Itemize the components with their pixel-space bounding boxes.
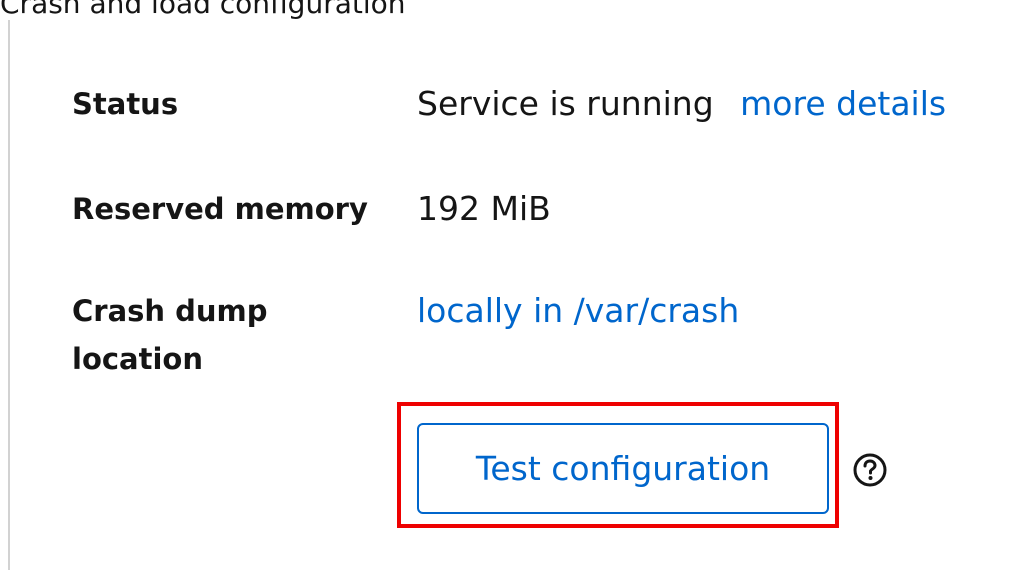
kdump-settings-panel: Crash and load configuration Status Serv… [0,0,1023,570]
more-details-link[interactable]: more details [740,84,946,123]
status-value: Service is running more details [417,80,946,128]
status-text: Service is running [417,84,714,123]
crash-dump-label-line1: Crash dump [72,294,268,328]
clipped-header-text: Crash and load configuration [0,0,406,20]
crash-dump-label-line2: location [72,342,203,376]
crash-dump-location-value: locally in /var/crash [417,287,739,335]
test-configuration-button[interactable]: Test configuration [417,423,829,514]
crash-dump-location-label: Crash dump location [72,287,268,383]
crash-dump-location-link[interactable]: locally in /var/crash [417,291,739,330]
reserved-memory-value: 192 MiB [417,189,551,228]
left-border [8,20,10,570]
question-circle-icon[interactable] [852,452,888,488]
reserved-memory-label: Reserved memory [72,192,368,226]
status-label: Status [72,87,179,121]
